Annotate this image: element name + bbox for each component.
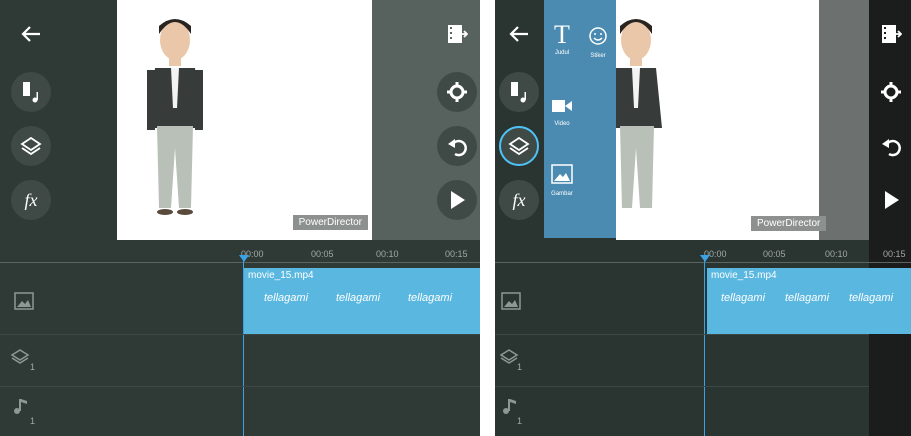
audio-track-count: 1 [30,416,36,426]
playhead-handle[interactable] [239,255,249,262]
layer-menu: T Judul Stiker Video Gambar [544,0,616,238]
video-clip[interactable]: movie_15.mp4 tellagami tellagami tellaga… [707,268,911,334]
export-film-icon [448,25,468,43]
video-track-image-icon [501,292,521,310]
fx-button[interactable]: fx [11,180,51,220]
layer-track-count: 1 [517,362,523,372]
playhead[interactable] [243,260,244,436]
undo-button[interactable] [871,126,911,166]
media-music-icon [23,82,38,103]
clip-thumbnail: tellagami [849,292,894,304]
undo-icon [882,139,901,157]
layers-icon [20,136,42,156]
media-library-button[interactable] [11,72,51,112]
fx-button[interactable]: fx [499,180,539,220]
menu-item-label: Stiker [590,53,606,59]
menu-item-label: Video [554,121,570,127]
undo-button[interactable] [437,126,477,166]
undo-icon [448,139,467,157]
menu-item-title[interactable]: T Judul [548,20,576,57]
settings-button[interactable] [437,72,477,112]
video-clip[interactable]: movie_15.mp4 tellagami tellagami tellaga… [244,268,480,334]
settings-gear-icon [881,82,901,102]
audio-track-icon [503,399,516,414]
video-camera-icon [552,100,572,112]
video-preview: PowerDirector [117,0,372,240]
timeline-ruler [0,262,480,263]
playhead-handle[interactable] [700,255,710,262]
editor-panel-right: PowerDirector fx T Judul Stiker Video Ga… [495,0,911,436]
text-T-icon: T [554,20,570,49]
clip-thumbnail: tellagami [721,292,766,304]
settings-button[interactable] [871,72,911,112]
preview-side-area [819,0,869,240]
timeline-ruler [495,262,911,263]
menu-item-image[interactable]: Gambar [548,164,576,197]
ruler-tick: 00:05 [763,249,786,259]
back-button[interactable] [11,14,51,54]
image-icon [551,164,573,184]
play-button[interactable] [871,180,911,220]
clip-thumbnail: tellagami [336,292,381,304]
smiley-icon [589,27,607,45]
fx-icon: fx [512,189,526,210]
back-button[interactable] [499,14,539,54]
audio-track-icon [14,399,27,414]
track-divider [0,386,480,387]
menu-item-sticker[interactable]: Stiker [584,26,612,59]
menu-item-video[interactable]: Video [548,98,576,127]
avatar-character [616,19,662,208]
settings-gear-icon [447,82,467,102]
back-arrow-icon [21,26,40,42]
layers-button[interactable] [499,126,539,166]
playhead[interactable] [704,260,705,436]
track-divider [0,334,480,335]
fx-icon: fx [24,189,38,210]
layers-button[interactable] [11,126,51,166]
play-icon [885,191,899,209]
audio-track-count: 1 [517,416,523,426]
layer-track-icon [499,349,519,364]
ruler-tick: 00:15 [445,249,468,259]
play-icon [451,191,465,209]
ruler-tick: 00:05 [311,249,334,259]
clip-thumbnail: tellagami [408,292,453,304]
menu-item-label: Judul [554,50,570,56]
clip-filename: movie_15.mp4 [711,270,777,281]
powerdirector-watermark: PowerDirector [751,216,827,231]
layer-track-count: 1 [30,362,36,372]
video-preview [616,0,819,240]
ruler-tick: 00:15 [883,249,906,259]
play-button[interactable] [437,180,477,220]
menu-item-label: Gambar [551,191,573,197]
video-track-image-icon [14,292,34,310]
export-film-icon [882,25,902,43]
powerdirector-watermark: PowerDirector [292,215,368,230]
layer-track-icon [10,349,30,364]
clip-thumbnail: tellagami [785,292,830,304]
media-library-button[interactable] [499,72,539,112]
export-button[interactable] [437,14,477,54]
export-button[interactable] [871,14,911,54]
clip-filename: movie_15.mp4 [248,270,314,281]
clip-thumbnail: tellagami [264,292,309,304]
avatar-character [147,19,203,215]
ruler-tick: 00:10 [376,249,399,259]
ruler-tick: 00:10 [825,249,848,259]
track-divider [495,334,869,335]
track-divider [495,386,869,387]
back-arrow-icon [509,26,528,42]
layers-icon [508,136,530,156]
editor-panel-left: PowerDirector fx 00:00 00:05 00:10 00:15… [0,0,480,436]
media-music-icon [511,82,526,103]
